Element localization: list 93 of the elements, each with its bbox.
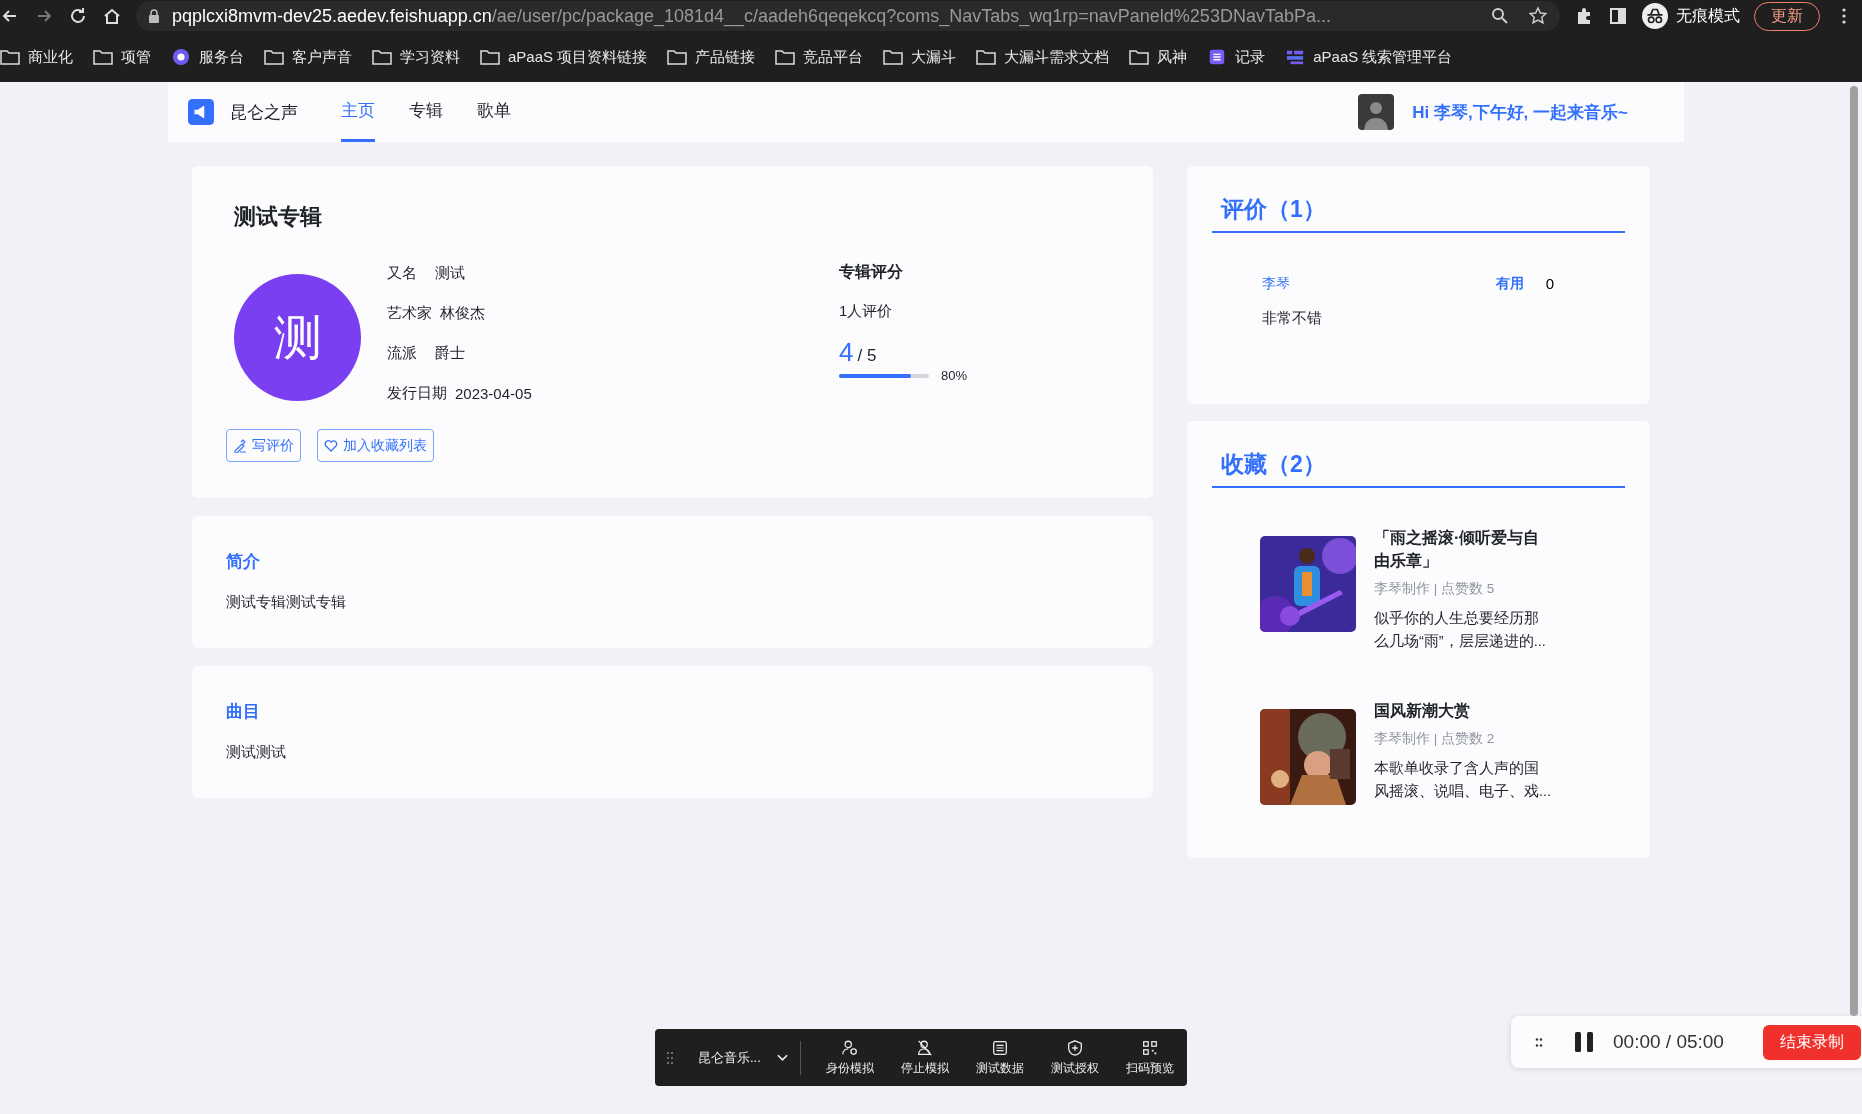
incognito-icon bbox=[1642, 3, 1668, 29]
qr-icon bbox=[1140, 1038, 1159, 1057]
folder-icon bbox=[883, 48, 904, 66]
bookmark[interactable]: 产品链接 bbox=[667, 47, 756, 67]
field-label: 流派 bbox=[387, 344, 418, 363]
folder-icon bbox=[976, 48, 997, 66]
playlist-description: 似乎你的人生总要经历那么几场“雨”，层层递进的... bbox=[1374, 609, 1547, 651]
bookmark[interactable]: 记录 bbox=[1207, 47, 1266, 67]
folder-icon bbox=[1129, 48, 1150, 66]
helpful-link[interactable]: 有用 bbox=[1495, 275, 1524, 293]
toolbar-button[interactable]: 测试授权 bbox=[1037, 1038, 1113, 1077]
playlist-meta: 李琴制作 | 点赞数 2 bbox=[1374, 730, 1496, 748]
chevron-down-icon bbox=[776, 1053, 788, 1062]
album-cover: 测 bbox=[234, 274, 361, 401]
folder-icon bbox=[372, 48, 392, 66]
avatar-picture-icon[interactable] bbox=[1358, 94, 1395, 130]
review-text: 非常不错 bbox=[1262, 309, 1323, 328]
rating-title: 专辑评分 bbox=[839, 262, 904, 282]
brand-name: 昆仑之声 bbox=[230, 101, 298, 124]
folder-icon bbox=[93, 48, 113, 66]
nav-tab[interactable]: 主页 bbox=[341, 82, 375, 142]
bookmark[interactable]: aPaaS 项目资料链接 bbox=[480, 47, 648, 67]
bookmark[interactable]: 竞品平台 bbox=[775, 47, 864, 67]
lock-icon bbox=[148, 9, 160, 23]
bookmark[interactable]: 项管 bbox=[93, 47, 151, 67]
reload-icon[interactable] bbox=[68, 6, 88, 26]
field-value: 林俊杰 bbox=[440, 304, 485, 323]
bookmark[interactable]: 客户声音 bbox=[264, 47, 352, 67]
helpful-count: 0 bbox=[1545, 275, 1554, 293]
rating-total: / 5 bbox=[857, 346, 877, 365]
rating-score: 4 bbox=[839, 337, 854, 367]
folder-icon bbox=[0, 48, 20, 66]
toolbar-button[interactable]: 测试数据 bbox=[962, 1038, 1038, 1077]
field-value: 测试 bbox=[435, 264, 465, 283]
bookmark[interactable]: 商业化 bbox=[0, 47, 73, 67]
field-value: 2023-04-05 bbox=[455, 385, 532, 402]
user-off-icon bbox=[916, 1038, 935, 1057]
playlist-title[interactable]: 「雨之摇滚·倾听爱与自由乐章」 bbox=[1374, 526, 1552, 572]
action-button[interactable]: 加入收藏列表 bbox=[317, 429, 434, 462]
bookmark[interactable]: 大漏斗需求文档 bbox=[976, 47, 1110, 67]
playlist-title[interactable]: 国风新潮大赏 bbox=[1374, 699, 1552, 722]
action-button[interactable]: 写评价 bbox=[226, 429, 301, 462]
playlist-description: 本歌单收录了含人声的国风摇滚、说唱、电子、戏... bbox=[1374, 759, 1552, 801]
toolbar-button[interactable]: 扫码预览 bbox=[1112, 1038, 1187, 1077]
folder-icon bbox=[775, 48, 796, 66]
sidebar-icon[interactable] bbox=[1608, 6, 1628, 26]
scrollbar[interactable] bbox=[1850, 86, 1858, 1016]
toolbar-button[interactable]: 身份模拟 bbox=[812, 1038, 888, 1077]
bookmark[interactable]: 服务台 bbox=[171, 47, 244, 67]
greeting: Hi 李琴,下午好, 一起来音乐~ bbox=[1412, 101, 1628, 124]
album-title: 测试专辑 bbox=[234, 203, 323, 231]
folder-icon bbox=[667, 48, 688, 66]
shield-icon bbox=[1065, 1038, 1084, 1057]
table-icon bbox=[990, 1038, 1009, 1057]
field-label: 又名 bbox=[387, 264, 418, 283]
section-title: 简介 bbox=[226, 551, 261, 573]
heart-icon bbox=[324, 438, 338, 453]
field-label: 发行日期 bbox=[387, 384, 447, 403]
folder-icon bbox=[480, 48, 500, 66]
bookmark[interactable]: 学习资料 bbox=[372, 47, 460, 67]
pen-icon bbox=[233, 438, 247, 453]
section-title: 曲目 bbox=[226, 701, 261, 723]
app-dropdown[interactable]: 昆仑音乐... bbox=[698, 1048, 788, 1067]
pause-icon[interactable] bbox=[1573, 1031, 1595, 1053]
drag-handle-icon[interactable] bbox=[666, 1050, 674, 1065]
field-label: 艺术家 bbox=[387, 304, 432, 323]
review-author[interactable]: 李琴 bbox=[1262, 275, 1496, 293]
incognito-label: 无痕模式 bbox=[1676, 5, 1740, 26]
address-bar[interactable]: pqplcxi8mvm-dev25.aedev.feishuapp.cn/ae/user/pc/package_1081d4__c/aadeh6qeqekcq?coms_NavTabs_wq1rp=navPaneld%253DNavTabPa... bbox=[136, 1, 1560, 31]
section-text: 测试测试 bbox=[226, 743, 287, 762]
record-timer: 00:00 / 05:00 bbox=[1613, 1031, 1724, 1053]
favorites-heading: 收藏（2） bbox=[1212, 449, 1625, 488]
bars-logo-icon bbox=[1285, 48, 1306, 66]
section-text: 测试专辑测试专辑 bbox=[226, 593, 347, 612]
bookmark[interactable]: 大漏斗 bbox=[883, 47, 957, 67]
bookmark[interactable]: 风神 bbox=[1129, 47, 1188, 67]
search-icon[interactable] bbox=[1490, 6, 1510, 26]
toolbar-button[interactable]: 停止模拟 bbox=[887, 1038, 963, 1077]
circle-logo-icon bbox=[171, 48, 191, 66]
megaphone-logo-icon bbox=[188, 99, 214, 125]
reviews-heading: 评价（1） bbox=[1212, 194, 1625, 233]
home-icon[interactable] bbox=[102, 6, 122, 26]
field-value: 爵士 bbox=[435, 344, 465, 363]
folder-icon bbox=[264, 48, 284, 66]
rating-percent: 80% bbox=[941, 368, 968, 383]
bookmark[interactable]: aPaaS 线索管理平台 bbox=[1285, 47, 1453, 67]
nav-tab[interactable]: 歌单 bbox=[477, 82, 511, 142]
star-icon[interactable] bbox=[1528, 6, 1548, 26]
stop-recording-button[interactable]: 结束录制 bbox=[1763, 1024, 1861, 1060]
playlist-meta: 李琴制作 | 点赞数 5 bbox=[1374, 580, 1496, 598]
drag-handle-icon[interactable] bbox=[1535, 1036, 1543, 1048]
nav-tab[interactable]: 专辑 bbox=[409, 82, 443, 142]
rating-count: 1人评价 bbox=[839, 302, 894, 321]
